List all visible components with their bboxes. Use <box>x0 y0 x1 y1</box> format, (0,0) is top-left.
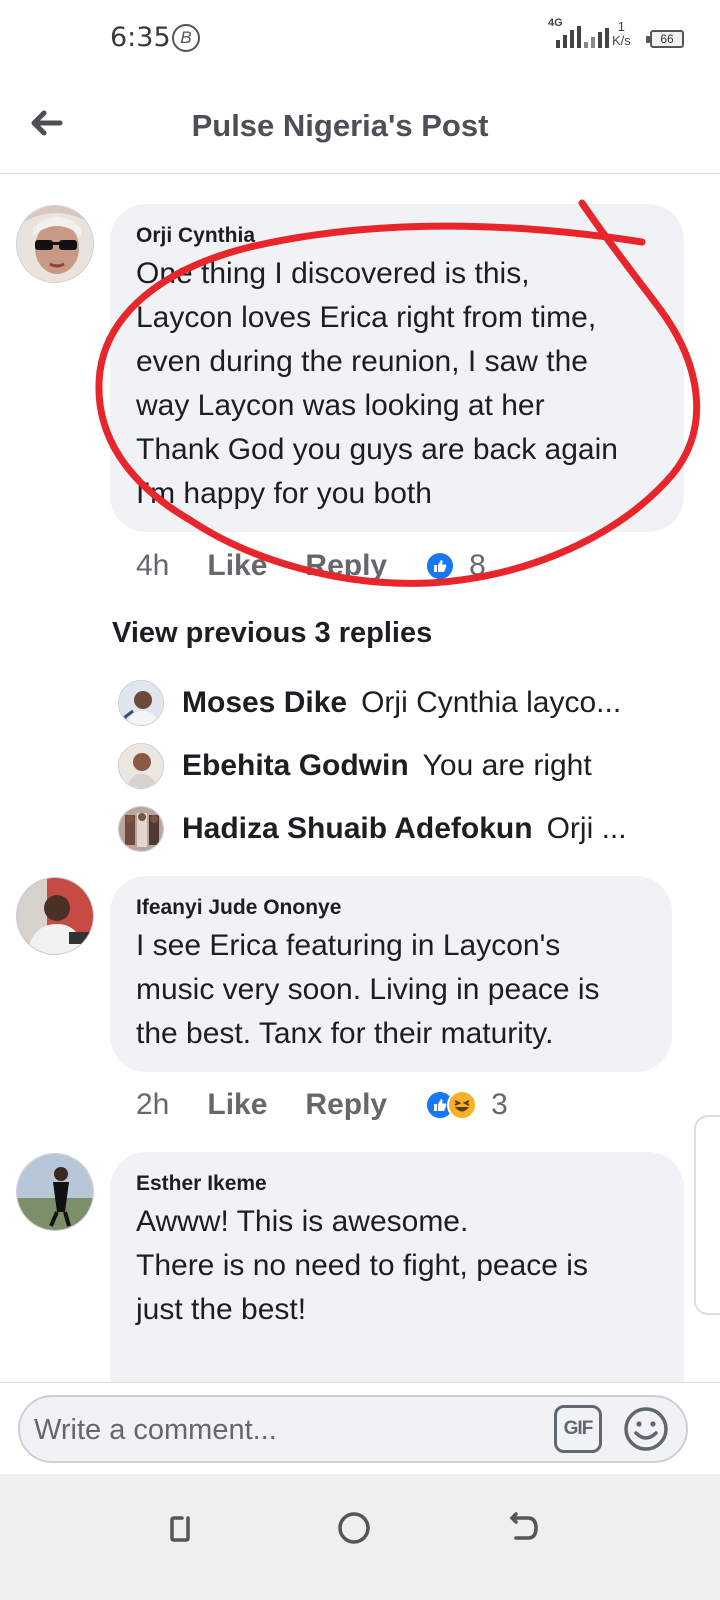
back-nav-icon <box>509 1512 538 1540</box>
reply-author[interactable]: Ebehita Godwin <box>182 749 409 783</box>
comment-time: 4h <box>136 549 170 582</box>
post-header: Pulse Nigeria's Post <box>0 80 720 174</box>
comment-actions: 2h Like Reply 3 <box>136 1088 508 1122</box>
reply-author[interactable]: Hadiza Shuaib Adefokun <box>182 812 533 846</box>
comment-bubble[interactable]: Ifeanyi Jude Ononye I see Erica featurin… <box>110 876 672 1072</box>
reactions-summary[interactable]: 8 <box>425 549 486 583</box>
signal-icon-secondary <box>584 26 609 48</box>
emoji-button[interactable] <box>622 1405 670 1453</box>
reply-text: Orji Cynthia layco... <box>361 686 622 719</box>
reply-author[interactable]: Moses Dike <box>182 686 347 720</box>
signal-icon <box>556 26 581 48</box>
avatar-image <box>17 878 93 954</box>
reactions-summary[interactable]: 3 <box>425 1088 508 1122</box>
status-bar: 6:35 B 4G 1 K/s 66 <box>0 0 720 80</box>
b-icon: B <box>172 24 200 52</box>
comment-bubble[interactable]: Orji Cynthia One thing I discovered is t… <box>110 204 684 532</box>
haha-reaction-icon <box>447 1090 478 1120</box>
battery-icon: 66 <box>646 30 684 48</box>
reply-text: You are right <box>422 749 592 782</box>
smiley-icon <box>624 1407 668 1451</box>
avatar-image <box>17 1154 93 1230</box>
avatar-image <box>17 206 93 282</box>
comment-time: 2h <box>136 1088 170 1121</box>
comment-author[interactable]: Esther Ikeme <box>136 1172 658 1196</box>
like-button[interactable]: Like <box>207 1088 267 1122</box>
comment-bubble[interactable]: Esther Ikeme Awww! This is awesome. Ther… <box>110 1152 684 1382</box>
reaction-count: 8 <box>469 549 486 582</box>
scroll-indicator[interactable] <box>694 1115 720 1315</box>
avatar[interactable] <box>16 877 94 955</box>
network-speed: 1 K/s <box>612 20 631 48</box>
avatar[interactable] <box>16 205 94 283</box>
comment-author[interactable]: Ifeanyi Jude Ononye <box>136 896 646 920</box>
home-icon <box>338 1512 370 1544</box>
avatar[interactable] <box>16 1153 94 1231</box>
back-nav-button[interactable] <box>498 1500 554 1556</box>
reply-button[interactable]: Reply <box>305 1088 387 1122</box>
recent-apps-button[interactable] <box>152 1500 208 1556</box>
reply-row[interactable]: Hadiza Shuaib Adefokun Orji ... <box>118 806 678 852</box>
comment-text: One thing I discovered is this, Laycon l… <box>136 257 618 510</box>
reply-button[interactable]: Reply <box>305 549 387 583</box>
reply-text: Orji ... <box>546 812 627 845</box>
reply-row[interactable]: Moses Dike Orji Cynthia layco... <box>118 680 678 726</box>
avatar[interactable] <box>118 806 164 852</box>
like-button[interactable]: Like <box>207 549 267 583</box>
reply-row[interactable]: Ebehita Godwin You are right <box>118 743 678 789</box>
comment-actions: 4h Like Reply 8 <box>136 549 486 583</box>
network-speed-unit: K/s <box>612 33 631 48</box>
system-navigation-bar <box>0 1474 720 1600</box>
gif-button[interactable]: GIF <box>554 1405 602 1453</box>
comment-text: Awww! This is awesome. There is no need … <box>136 1205 588 1326</box>
comments-feed[interactable]: Orji Cynthia One thing I discovered is t… <box>0 175 720 1382</box>
home-button[interactable] <box>326 1500 382 1556</box>
reaction-count: 3 <box>491 1088 508 1121</box>
status-time: 6:35 <box>110 22 171 53</box>
like-reaction-icon <box>425 551 456 581</box>
comment-composer[interactable]: GIF <box>18 1395 688 1463</box>
avatar[interactable] <box>118 680 164 726</box>
page-title: Pulse Nigeria's Post <box>191 108 489 143</box>
comment-input[interactable] <box>34 1411 534 1449</box>
view-previous-replies[interactable]: View previous 3 replies <box>112 617 432 650</box>
comment-author[interactable]: Orji Cynthia <box>136 224 658 248</box>
comment-text: I see Erica featuring in Laycon's music … <box>136 929 600 1050</box>
recent-apps-icon <box>170 1516 190 1542</box>
avatar[interactable] <box>118 743 164 789</box>
network-speed-value: 1 <box>617 19 626 34</box>
comment-composer-bar: GIF <box>0 1382 720 1474</box>
